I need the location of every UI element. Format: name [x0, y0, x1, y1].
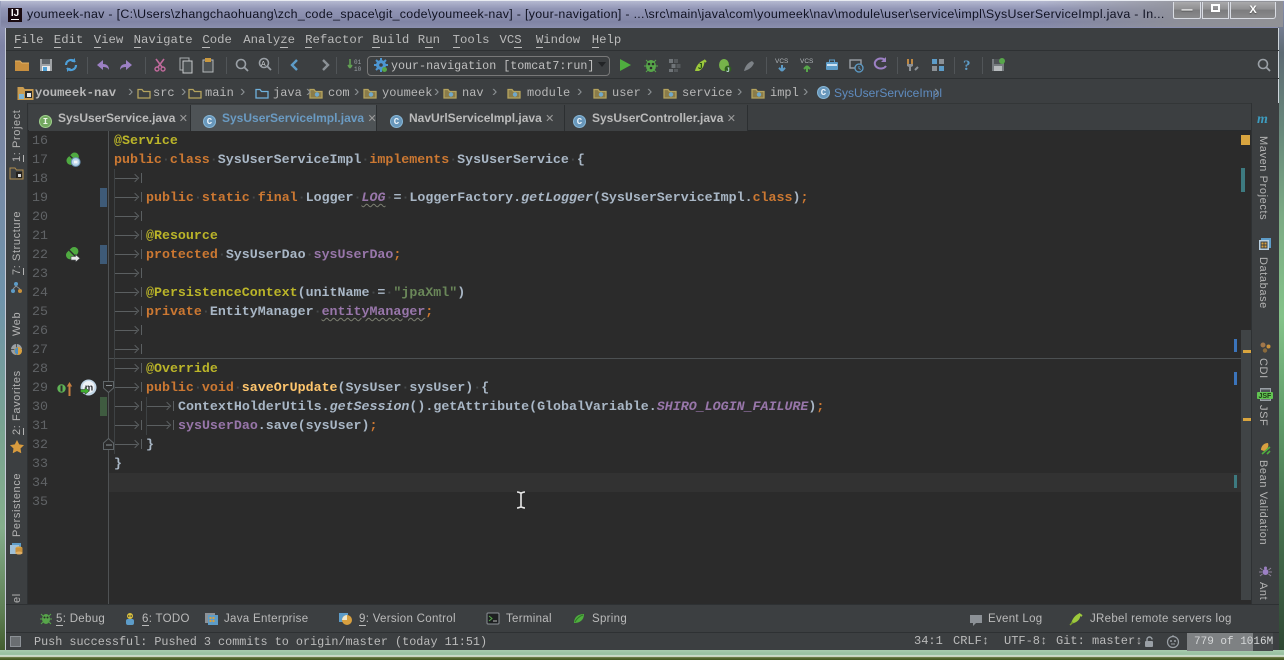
- svg-text:J: J: [698, 62, 702, 71]
- svg-text:VCS: VCS: [775, 58, 789, 65]
- svg-text:01: 01: [354, 59, 362, 66]
- svg-text:J: J: [726, 68, 729, 74]
- svg-text:A: A: [261, 61, 266, 68]
- svg-text:JSF: JSF: [1259, 393, 1273, 400]
- svg-text:VCS: VCS: [800, 58, 814, 65]
- svg-text:?: ?: [963, 58, 971, 74]
- svg-text:10: 10: [354, 66, 362, 73]
